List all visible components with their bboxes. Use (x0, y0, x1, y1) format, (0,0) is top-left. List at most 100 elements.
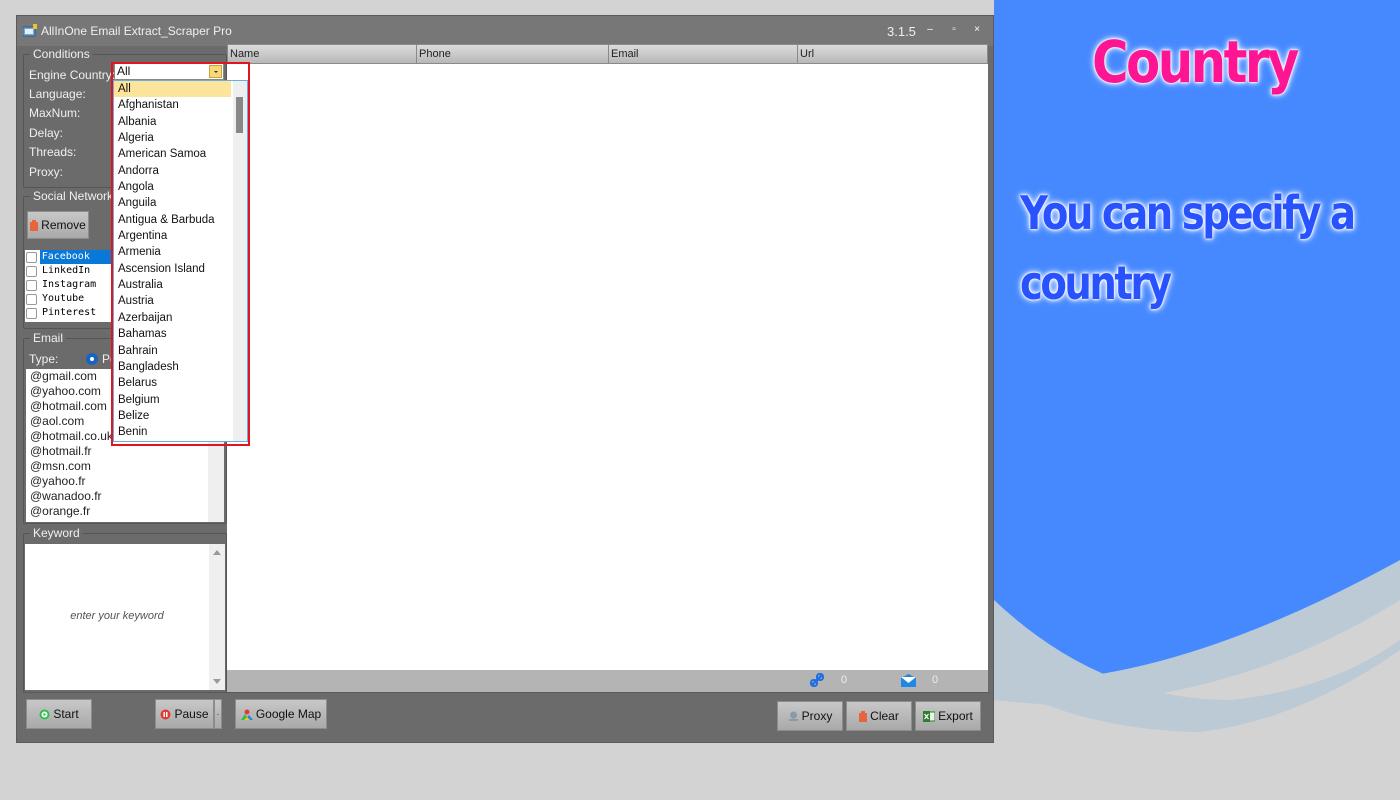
country-option[interactable]: Belarus (114, 375, 247, 391)
engine-country-label: Engine Country: (29, 68, 116, 82)
country-option[interactable]: American Samoa (114, 146, 247, 162)
country-option[interactable]: Afghanistan (114, 97, 247, 113)
email-type-radio[interactable] (86, 353, 98, 365)
chevron-down-icon[interactable] (209, 65, 222, 78)
pause-icon (160, 709, 171, 719)
country-option[interactable]: Belize (114, 408, 247, 424)
excel-icon (923, 710, 936, 722)
country-option[interactable]: Antigua & Barbuda (114, 212, 247, 228)
scroll-down-icon[interactable] (213, 679, 221, 684)
keyword-placeholder: enter your keyword (70, 610, 164, 622)
email-legend: Email (30, 331, 67, 345)
engine-country-select[interactable]: All (114, 63, 224, 80)
scrollbar-thumb[interactable] (236, 97, 243, 133)
start-button[interactable]: Start (26, 699, 92, 729)
app-icon (23, 24, 37, 37)
social-item-pinterest[interactable]: Pinterest (25, 306, 117, 320)
checkbox[interactable] (26, 293, 37, 305)
country-option[interactable]: Benin (114, 424, 247, 440)
minimize-button[interactable]: – (923, 23, 937, 37)
social-network-list: Facebook LinkedIn Instagram Youtube Pint… (25, 250, 117, 322)
window-title: AllInOne Email Extract_Scraper Pro (41, 24, 232, 38)
country-option[interactable]: Bahrain (114, 343, 247, 359)
promo-title: Country (1092, 28, 1299, 96)
checkbox[interactable] (26, 279, 37, 291)
engine-country-dropdown: All Afghanistan Albania Algeria American Sam… (113, 80, 248, 442)
trash-icon (859, 710, 868, 722)
maximize-button[interactable]: ▫ (947, 23, 961, 37)
country-option[interactable]: Anguila (114, 195, 247, 211)
column-header-url[interactable]: Url (798, 45, 987, 63)
table-body[interactable] (227, 64, 988, 670)
email-domain-item[interactable]: @hotmail.fr (26, 444, 224, 459)
status-bar: 0 0 (227, 670, 988, 692)
results-table: Name Phone Email Url 0 0 (227, 44, 988, 692)
maxnum-label: MaxNum: (29, 106, 81, 120)
country-option[interactable]: Bahamas (114, 326, 247, 342)
proxy-label: Proxy (801, 709, 833, 723)
email-domain-item[interactable]: @orange.fr (26, 504, 224, 519)
proxy-button[interactable]: Proxy (777, 701, 843, 731)
social-network-legend: Social Network (30, 189, 117, 203)
country-option[interactable]: All (114, 81, 231, 98)
engine-country-value: All (117, 64, 131, 78)
country-option[interactable]: Ascension Island (114, 261, 247, 277)
divider (23, 692, 989, 693)
scroll-up-icon[interactable] (213, 550, 221, 555)
proxy-icon (788, 711, 798, 721)
link-icon (810, 673, 824, 687)
email-count: 0 (932, 674, 939, 686)
threads-label: Threads: (29, 145, 77, 159)
dropdown-scrollbar[interactable] (233, 81, 247, 441)
email-type-label: Type: (29, 352, 59, 366)
country-option[interactable]: Belgium (114, 392, 247, 408)
export-label: Export (938, 709, 973, 723)
remove-button[interactable]: Remove (27, 211, 89, 239)
social-item-linkedin[interactable]: LinkedIn (25, 264, 117, 278)
email-domain-item[interactable]: @wanadoo.fr (26, 489, 224, 504)
version-label: 3.1.5 (887, 24, 916, 39)
country-option[interactable]: Algeria (114, 130, 247, 146)
country-option[interactable]: Albania (114, 114, 247, 130)
pause-button[interactable]: Pause (155, 699, 214, 729)
title-bar[interactable]: AllInOne Email Extract_Scraper Pro 3.1.5… (17, 16, 993, 46)
column-header-phone[interactable]: Phone (417, 45, 609, 63)
column-header-email[interactable]: Email (609, 45, 798, 63)
column-header-name[interactable]: Name (228, 45, 417, 63)
country-option[interactable]: Angola (114, 179, 247, 195)
remove-label: Remove (41, 218, 86, 232)
country-option[interactable]: Bangladesh (114, 359, 247, 375)
chevron-down-icon: · (216, 709, 220, 719)
email-domain-item[interactable]: @msn.com (26, 459, 224, 474)
checkbox[interactable] (26, 307, 37, 319)
trash-icon (30, 219, 39, 231)
checkbox[interactable] (26, 251, 37, 263)
country-option[interactable]: Andorra (114, 163, 247, 179)
country-option[interactable]: Azerbaijan (114, 310, 247, 326)
pause-dropdown-button[interactable]: · (214, 699, 222, 729)
close-button[interactable]: × (970, 23, 984, 37)
country-option[interactable]: Armenia (114, 244, 247, 260)
url-count: 0 (841, 674, 848, 686)
country-option[interactable]: Austria (114, 293, 247, 309)
keyword-input[interactable]: enter your keyword (25, 544, 225, 690)
start-label: Start (53, 707, 79, 721)
keyword-scrollbar[interactable] (209, 544, 225, 690)
conditions-legend: Conditions (30, 47, 93, 61)
play-icon (39, 709, 50, 719)
social-item-instagram[interactable]: Instagram (25, 278, 117, 292)
social-item-facebook[interactable]: Facebook (25, 250, 117, 264)
country-option[interactable]: Argentina (114, 228, 247, 244)
email-icon (901, 674, 916, 687)
social-item-youtube[interactable]: Youtube (25, 292, 117, 306)
export-button[interactable]: Export (915, 701, 981, 731)
clear-label: Clear (870, 709, 899, 723)
google-map-button[interactable]: Google Map (235, 699, 327, 729)
promo-subtitle: You can specify a country (1020, 186, 1356, 310)
clear-button[interactable]: Clear (846, 701, 912, 731)
country-option[interactable]: Australia (114, 277, 247, 293)
email-domain-item[interactable]: @yahoo.fr (26, 474, 224, 489)
checkbox[interactable] (26, 265, 37, 277)
map-icon (240, 709, 253, 720)
google-map-label: Google Map (255, 707, 322, 721)
